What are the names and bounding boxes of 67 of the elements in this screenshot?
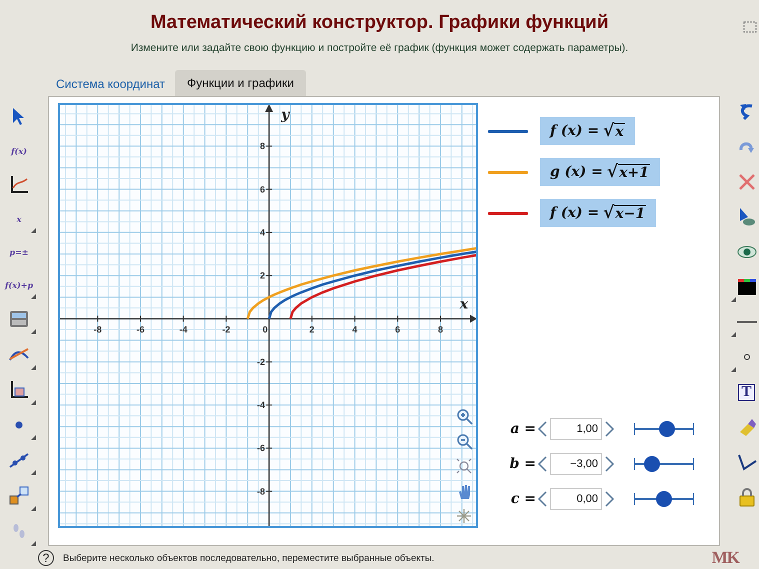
tick-label: -2 xyxy=(257,356,266,367)
tool-button[interactable]: f(x)+p xyxy=(4,280,34,290)
submenu-corner-icon xyxy=(731,297,736,302)
submenu-corner-icon xyxy=(31,329,36,334)
help-button[interactable]: ? xyxy=(38,550,54,566)
parameter-label: b = xyxy=(508,456,536,472)
tool-button[interactable]: T xyxy=(738,384,754,400)
submenu-corner-icon xyxy=(31,294,36,299)
function-formula[interactable]: g (x) = √x+1 xyxy=(540,158,660,186)
axis-label: x xyxy=(460,296,468,313)
tick-label: 2 xyxy=(260,270,266,281)
axis-label: y xyxy=(281,107,290,123)
submenu-corner-icon xyxy=(731,332,736,337)
tab[interactable]: Функции и графики xyxy=(175,70,306,96)
tick-label: -4 xyxy=(179,324,188,335)
submenu-corner-icon xyxy=(31,435,36,440)
submenu-corner-icon xyxy=(31,228,36,234)
tick-label: -8 xyxy=(94,324,102,335)
function-formula[interactable]: f (x) = √x−1 xyxy=(540,199,656,227)
slider-thumb[interactable] xyxy=(658,421,675,437)
parameter-slider[interactable] xyxy=(634,493,694,505)
tick-label: -6 xyxy=(136,324,144,335)
function-formula[interactable]: f (x) = √x xyxy=(540,117,635,145)
tick-label: -6 xyxy=(257,443,266,454)
parameter-slider[interactable] xyxy=(634,458,694,470)
tick-label: 6 xyxy=(395,324,400,335)
zoom-out-icon[interactable] xyxy=(457,434,473,450)
tick-label: 2 xyxy=(309,324,314,335)
center-arrows-icon[interactable] xyxy=(456,508,472,524)
parameter-input[interactable]: 0,00 xyxy=(550,488,602,510)
instruction-text: Измените или задайте свою функцию и постройте её график (функция может содержать параметры). xyxy=(130,42,628,54)
slider-thumb[interactable] xyxy=(656,491,672,507)
submenu-corner-icon xyxy=(31,506,36,511)
status-message: Выберите несколько объектов последовательно, переместите выбранные объекты. xyxy=(63,552,434,564)
parameter-input[interactable]: 1,00 xyxy=(550,418,602,440)
window-toggle-icon[interactable] xyxy=(743,20,757,34)
submenu-corner-icon xyxy=(31,541,36,546)
tick-label: 0 xyxy=(262,324,268,335)
tick-label: -4 xyxy=(257,400,266,410)
tick-label: 6 xyxy=(260,184,266,194)
zoom-fit-icon[interactable] xyxy=(456,458,472,474)
tick-label: 4 xyxy=(352,324,358,335)
submenu-corner-icon xyxy=(31,470,36,476)
tool-button[interactable]: p=± xyxy=(10,247,28,258)
zoom-in-icon[interactable] xyxy=(457,409,473,425)
app-title: Математический конструктор. Графики функций xyxy=(150,11,609,34)
tool-button[interactable]: x xyxy=(16,214,22,224)
tool-button[interactable]: f(x) xyxy=(11,146,27,156)
area-under-graph-icon[interactable] xyxy=(8,378,30,401)
tick-label: 8 xyxy=(438,324,443,335)
hand-icon[interactable] xyxy=(459,485,470,499)
submenu-corner-icon xyxy=(31,400,36,405)
tab[interactable]: Система координат xyxy=(48,72,176,96)
slider-thumb[interactable] xyxy=(644,456,660,472)
tick-label: 4 xyxy=(260,227,266,238)
tick-label: -2 xyxy=(222,324,230,335)
tick-label: 8 xyxy=(260,141,266,152)
submenu-corner-icon xyxy=(31,364,36,370)
logo: MK xyxy=(712,548,739,568)
tick-label: -8 xyxy=(257,486,266,496)
color-palette-icon[interactable] xyxy=(736,276,757,298)
parameter-slider[interactable] xyxy=(634,423,694,435)
squares-icon[interactable] xyxy=(8,484,30,507)
parameter-label: c = xyxy=(510,491,536,507)
parameter-label: a = xyxy=(509,421,536,437)
parameter-input[interactable]: −3,00 xyxy=(550,453,602,475)
submenu-corner-icon xyxy=(731,367,736,372)
